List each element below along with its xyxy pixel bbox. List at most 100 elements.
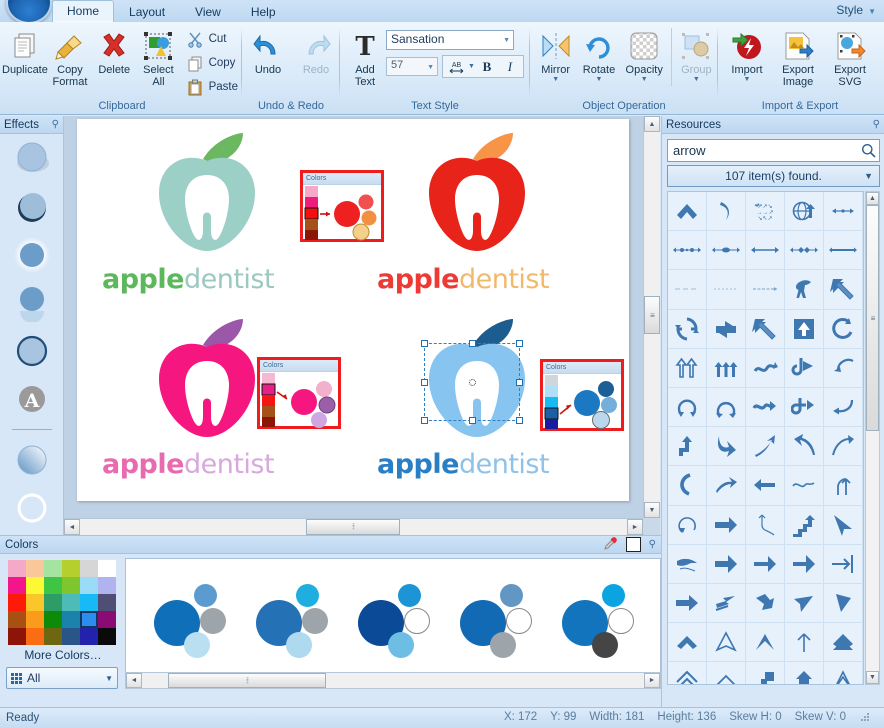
color-swatch[interactable] bbox=[62, 594, 80, 611]
resource-item[interactable] bbox=[746, 427, 785, 467]
resource-item[interactable] bbox=[707, 505, 746, 545]
color-swatch[interactable] bbox=[8, 628, 26, 645]
color-swatch-selected[interactable] bbox=[80, 611, 98, 628]
resource-item[interactable] bbox=[668, 309, 707, 349]
resource-item[interactable] bbox=[785, 662, 824, 684]
color-swatch[interactable] bbox=[80, 577, 98, 594]
search-magnifier-icon[interactable] bbox=[857, 140, 879, 161]
swatch-card-pink[interactable]: Colors bbox=[257, 357, 341, 429]
resource-item[interactable] bbox=[785, 387, 824, 428]
color-swatch[interactable] bbox=[98, 628, 116, 645]
resource-item[interactable] bbox=[746, 466, 785, 506]
resource-item[interactable] bbox=[707, 309, 746, 349]
color-swatch[interactable] bbox=[8, 577, 26, 594]
resource-item[interactable] bbox=[746, 348, 785, 388]
resource-item[interactable] bbox=[824, 309, 863, 349]
chevron-down-icon[interactable]: ▼ bbox=[596, 76, 603, 83]
resource-item[interactable] bbox=[785, 505, 824, 545]
bold-button[interactable]: B bbox=[476, 56, 498, 77]
resource-item[interactable] bbox=[668, 505, 707, 545]
resource-item[interactable] bbox=[668, 348, 707, 388]
export-svg-button[interactable]: Export SVG bbox=[824, 26, 876, 88]
resize-handle-e[interactable] bbox=[516, 379, 523, 386]
chevron-down-icon[interactable]: ▼ bbox=[744, 76, 751, 83]
resources-search-row[interactable] bbox=[667, 139, 880, 162]
color-swatch[interactable] bbox=[62, 628, 80, 645]
canvas-viewport[interactable]: appledentist Colors appledentist applede… bbox=[64, 116, 643, 518]
color-swatch[interactable] bbox=[80, 628, 98, 645]
resource-item[interactable] bbox=[785, 231, 824, 271]
resource-item[interactable] bbox=[824, 623, 863, 663]
color-swatch[interactable] bbox=[62, 611, 80, 628]
letter-spacing-icon[interactable]: AB bbox=[445, 56, 467, 77]
color-swatch[interactable] bbox=[8, 594, 26, 611]
resource-item[interactable] bbox=[824, 270, 863, 310]
eyedropper-icon[interactable] bbox=[603, 536, 618, 554]
resource-item[interactable] bbox=[707, 348, 746, 388]
effect-text[interactable]: A bbox=[10, 380, 54, 418]
color-swatch[interactable] bbox=[62, 577, 80, 594]
resource-item[interactable] bbox=[785, 270, 824, 310]
tab-home[interactable]: Home bbox=[52, 0, 115, 22]
resource-item[interactable] bbox=[746, 583, 785, 624]
resource-item[interactable]: ↗↗↘↖↗↘↗↖↗↘↗↗↘→→↗↘↖↗ bbox=[746, 192, 785, 232]
scroll-down-icon[interactable]: ▼ bbox=[866, 671, 879, 684]
resource-item[interactable] bbox=[746, 309, 785, 349]
resources-icon-grid[interactable]: ↗↗↘↖↗↘↗↖↗↘↗↗↘→→↗↘↖↗ bbox=[667, 191, 864, 685]
resource-item[interactable] bbox=[746, 623, 785, 663]
resource-item[interactable] bbox=[707, 544, 746, 584]
color-scheme-item[interactable] bbox=[460, 584, 536, 660]
mirror-button[interactable]: Mirror ▼ bbox=[534, 26, 577, 83]
resize-grip-icon[interactable] bbox=[859, 711, 873, 725]
wordmark-red[interactable]: appledentist bbox=[377, 264, 550, 295]
resources-scroll-thumb[interactable]: ≡ bbox=[866, 205, 879, 431]
chevron-down-icon[interactable]: ▼ bbox=[864, 171, 873, 181]
resource-item[interactable] bbox=[707, 623, 746, 663]
color-swatch[interactable] bbox=[44, 577, 62, 594]
color-swatch[interactable] bbox=[80, 560, 98, 577]
resource-item[interactable] bbox=[707, 466, 746, 506]
color-swatch[interactable] bbox=[44, 628, 62, 645]
resource-item[interactable] bbox=[824, 348, 863, 388]
color-scheme-strip[interactable] bbox=[125, 558, 661, 686]
opacity-button[interactable]: Opacity ▼ bbox=[621, 26, 668, 83]
copy-format-button[interactable]: Copy Format bbox=[48, 26, 92, 88]
wordmark-blue[interactable]: appledentist bbox=[377, 449, 550, 480]
resize-handle-ne[interactable] bbox=[516, 340, 523, 347]
resource-item[interactable] bbox=[824, 387, 863, 428]
more-colors-link[interactable]: More Colors… bbox=[8, 648, 118, 662]
tab-view[interactable]: View bbox=[180, 2, 236, 22]
resource-item[interactable] bbox=[707, 231, 746, 271]
effect-reflection[interactable] bbox=[10, 284, 54, 322]
color-swatch[interactable] bbox=[44, 594, 62, 611]
strip-scroll-thumb[interactable]: ⦙⦙ bbox=[168, 673, 326, 688]
tab-layout[interactable]: Layout bbox=[114, 2, 180, 22]
resource-item[interactable] bbox=[668, 387, 707, 428]
scroll-right-icon[interactable]: ► bbox=[627, 519, 643, 535]
app-menu-orb-button[interactable] bbox=[6, 0, 52, 24]
color-swatch[interactable] bbox=[26, 560, 44, 577]
resource-item[interactable] bbox=[668, 623, 707, 663]
resource-item[interactable] bbox=[707, 270, 746, 310]
effect-outer-glow[interactable] bbox=[10, 236, 54, 274]
resource-item[interactable] bbox=[668, 544, 707, 584]
resize-handle-w[interactable] bbox=[421, 379, 428, 386]
logo-apple-dentist-green[interactable] bbox=[137, 131, 277, 264]
effect-stroke-outline[interactable] bbox=[10, 332, 54, 370]
canvas-horizontal-scrollbar[interactable]: ◄ ⦙⦙ ► bbox=[64, 518, 643, 535]
resource-item[interactable] bbox=[746, 387, 785, 428]
resource-item[interactable] bbox=[668, 662, 707, 684]
font-size-combo[interactable]: 57 ▼ bbox=[386, 57, 438, 76]
resource-item[interactable] bbox=[785, 348, 824, 388]
resource-item[interactable] bbox=[746, 544, 785, 584]
color-swatch[interactable] bbox=[80, 594, 98, 611]
resource-item[interactable] bbox=[707, 427, 746, 467]
color-swatch[interactable] bbox=[26, 594, 44, 611]
swatch-card-blue[interactable]: Colors bbox=[540, 359, 624, 431]
resource-item[interactable] bbox=[824, 583, 863, 624]
resource-item[interactable] bbox=[824, 231, 863, 271]
color-swatch[interactable] bbox=[98, 560, 116, 577]
color-swatch[interactable] bbox=[98, 577, 116, 594]
resource-item[interactable] bbox=[746, 662, 785, 684]
search-input[interactable] bbox=[668, 143, 857, 158]
